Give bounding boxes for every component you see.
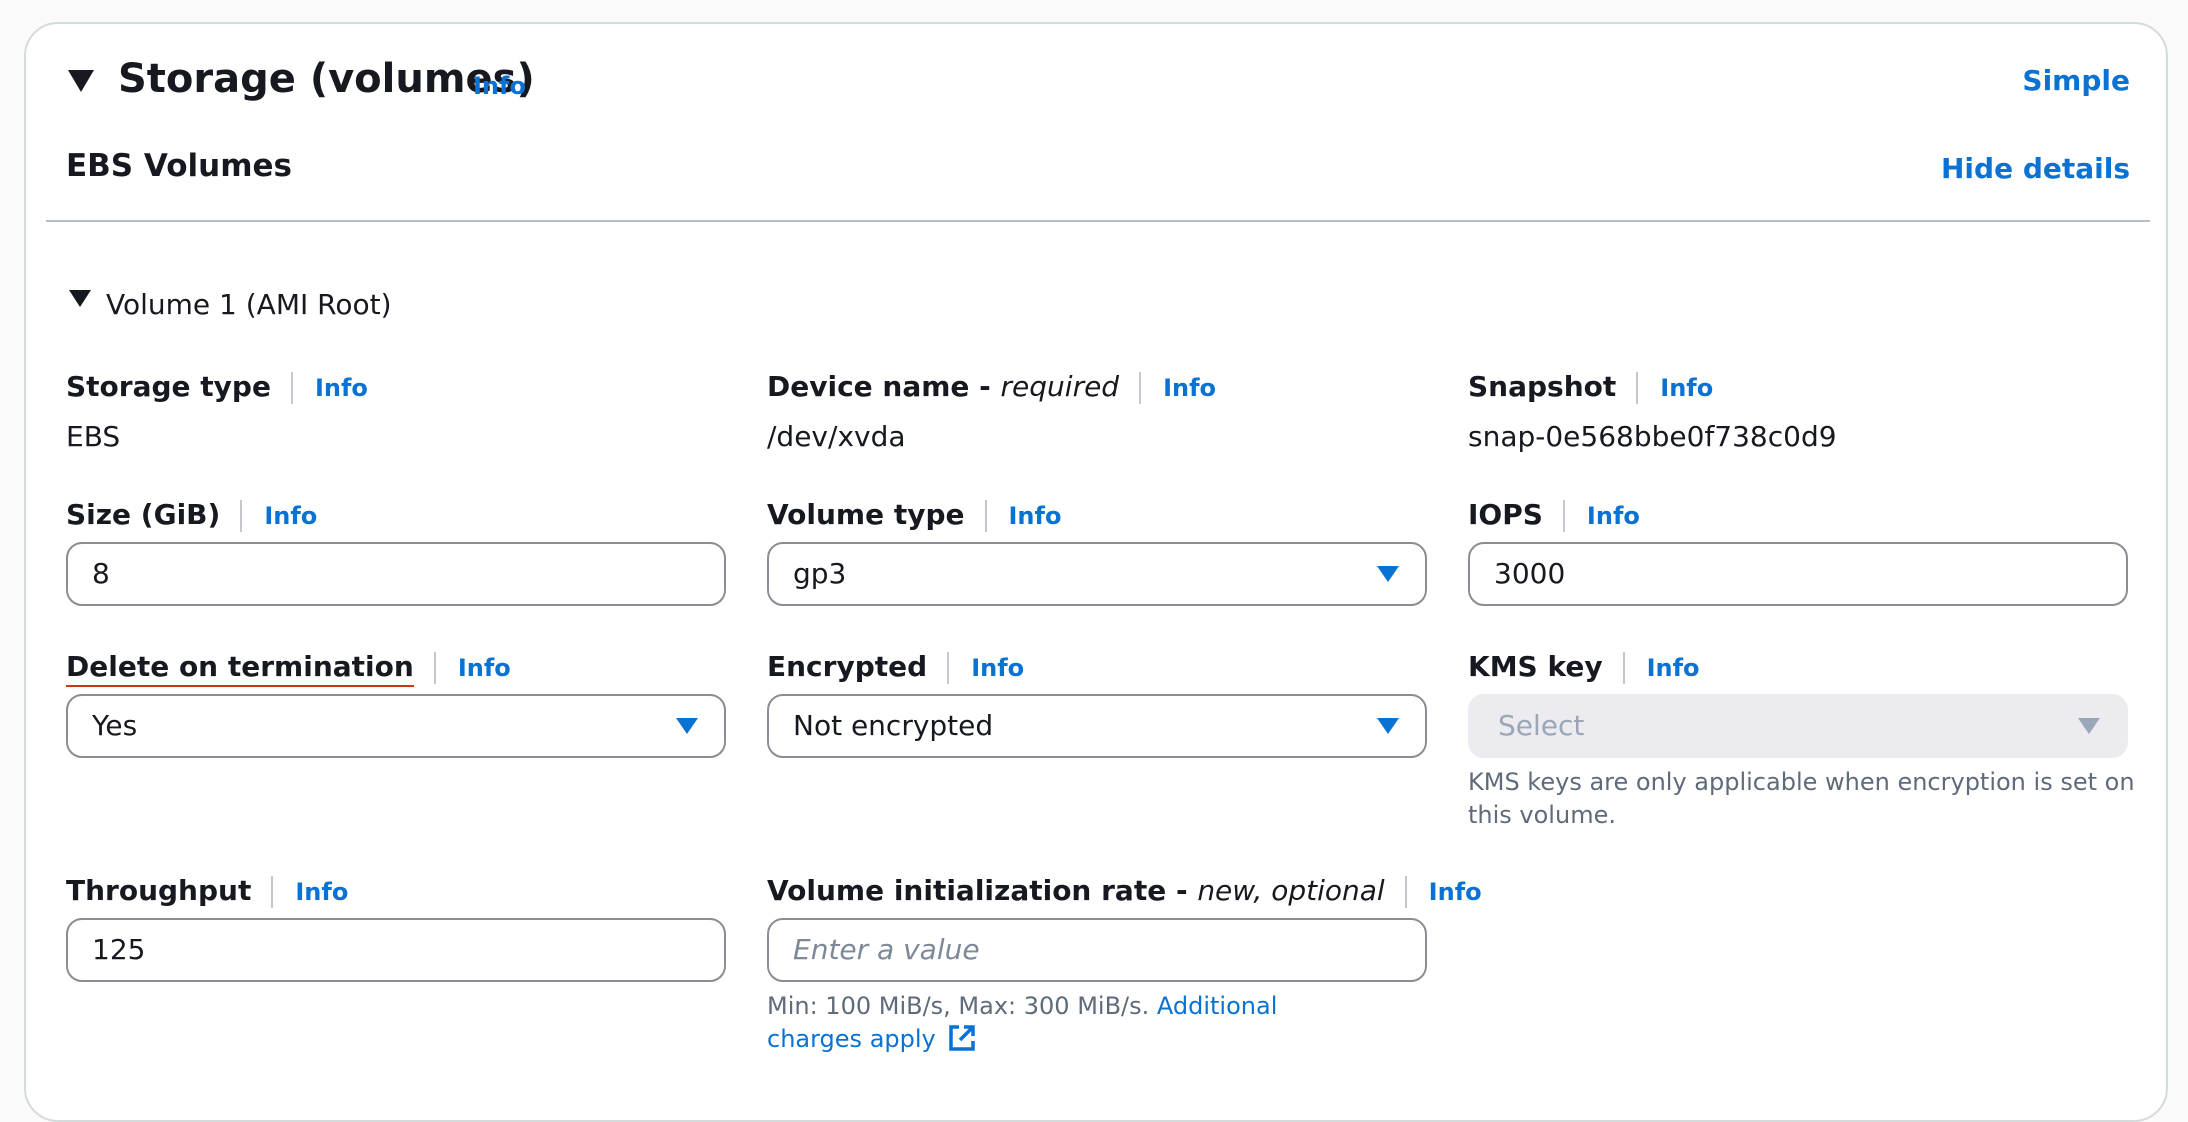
volume-type-label: Volume type Info — [767, 498, 1062, 532]
throughput-label: Throughput Info — [66, 874, 349, 908]
iops-info-link[interactable]: Info — [1587, 502, 1640, 530]
chevron-down-icon — [2078, 718, 2100, 734]
kms-key-hint: KMS keys are only applicable when encryp… — [1468, 768, 2135, 829]
device-name-value: /dev/xvda — [767, 420, 906, 453]
size-label: Size (GiB) Info — [66, 498, 318, 532]
throughput-info-link[interactable]: Info — [295, 878, 348, 906]
device-name-info-link[interactable]: Info — [1163, 374, 1216, 402]
size-input[interactable]: 8 — [66, 542, 726, 606]
ebs-volumes-title: EBS Volumes — [66, 148, 292, 184]
iops-input[interactable]: 3000 — [1468, 542, 2128, 606]
encrypted-info-link[interactable]: Info — [971, 654, 1024, 682]
device-name-label: Device name - required Info — [767, 370, 1217, 404]
external-link-icon — [949, 1025, 976, 1051]
init-rate-label: Volume initialization rate - new, option… — [767, 874, 1482, 908]
kms-key-select[interactable]: Select — [1468, 694, 2128, 758]
iops-label: IOPS Info — [1468, 498, 1640, 532]
encrypted-select[interactable]: Not encrypted — [767, 694, 1427, 758]
volume-collapse-caret-icon[interactable] — [69, 290, 91, 307]
init-rate-input[interactable]: Enter a value — [767, 918, 1427, 982]
size-info-link[interactable]: Info — [264, 502, 317, 530]
encrypted-label: Encrypted Info — [767, 650, 1025, 684]
simple-view-link[interactable]: Simple — [2022, 64, 2130, 97]
chevron-down-icon — [1377, 566, 1399, 582]
divider — [46, 220, 2150, 222]
delete-on-termination-label: Delete on termination Info — [66, 650, 511, 687]
section-info-link[interactable]: Info — [473, 72, 526, 100]
delete-on-termination-info-link[interactable]: Info — [458, 654, 511, 682]
collapse-caret-icon[interactable] — [68, 70, 94, 92]
delete-on-termination-select[interactable]: Yes — [66, 694, 726, 758]
snapshot-label: Snapshot Info — [1468, 370, 1714, 404]
storage-type-value: EBS — [66, 420, 121, 453]
volume-title: Volume 1 (AMI Root) — [106, 288, 392, 321]
volume-type-select[interactable]: gp3 — [767, 542, 1427, 606]
volume-type-info-link[interactable]: Info — [1009, 502, 1062, 530]
snapshot-value: snap-0e568bbe0f738c0d9 — [1468, 420, 1837, 453]
kms-key-label: KMS key Info — [1468, 650, 1700, 684]
storage-type-info-link[interactable]: Info — [315, 374, 368, 402]
throughput-input[interactable]: 125 — [66, 918, 726, 982]
hide-details-link[interactable]: Hide details — [1941, 152, 2130, 185]
init-rate-info-link[interactable]: Info — [1429, 878, 1482, 906]
snapshot-info-link[interactable]: Info — [1660, 374, 1713, 402]
kms-key-info-link[interactable]: Info — [1647, 654, 1700, 682]
storage-type-label: Storage type Info — [66, 370, 368, 404]
chevron-down-icon — [1377, 718, 1399, 734]
init-rate-hint: Min: 100 MiB/s, Max: 300 MiB/s. Addition… — [767, 992, 1278, 1053]
chevron-down-icon — [676, 718, 698, 734]
